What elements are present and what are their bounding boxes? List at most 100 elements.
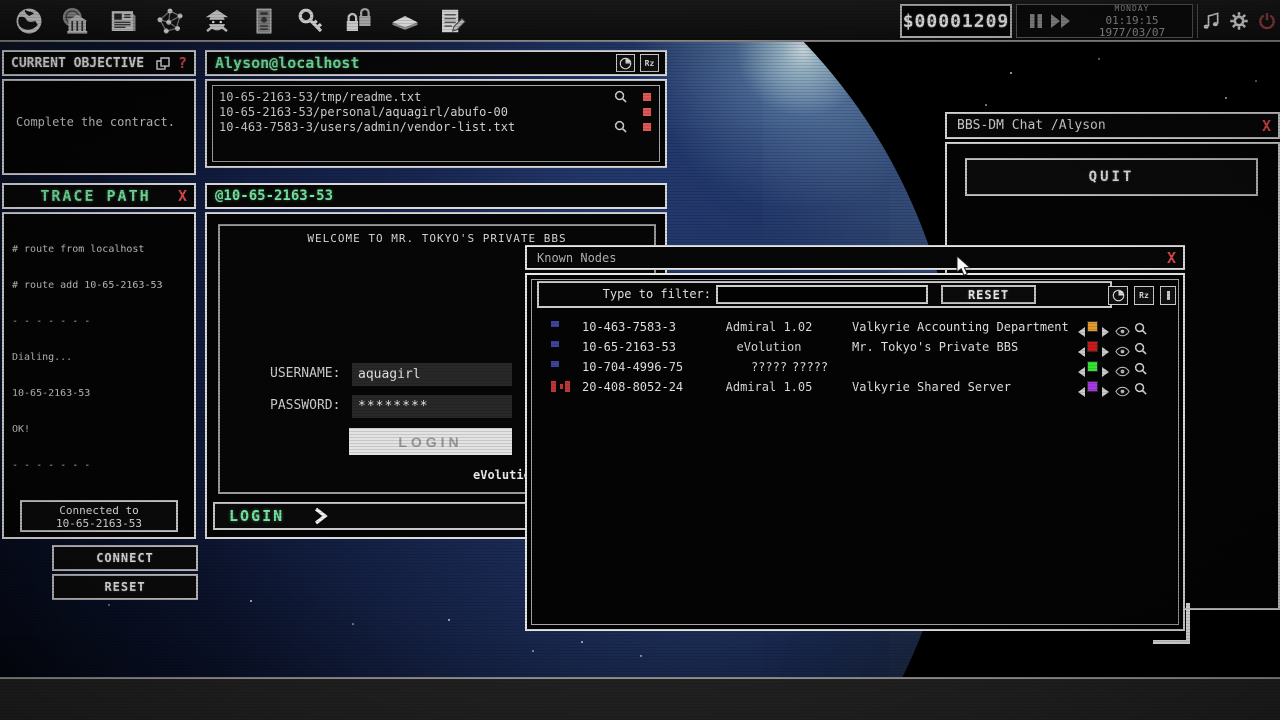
color-next-arrow[interactable]: [1102, 382, 1109, 401]
connection-status: Connected to 10-65-2163-53: [20, 500, 178, 532]
history-clock-button[interactable]: [1108, 286, 1128, 305]
close-icon[interactable]: X: [1255, 117, 1278, 135]
music-icon[interactable]: [1201, 11, 1221, 31]
delete-file-button[interactable]: [643, 108, 651, 116]
quit-button[interactable]: QUIT: [965, 158, 1258, 196]
key-icon[interactable]: [296, 4, 326, 38]
node-address: 10-463-7583-3: [582, 320, 676, 334]
settings-gear-icon[interactable]: [1229, 11, 1249, 31]
login-button[interactable]: LOGIN: [349, 428, 512, 455]
search-node-icon[interactable]: [1134, 380, 1147, 399]
id-card-icon[interactable]: [249, 4, 279, 38]
pin-button[interactable]: [1160, 286, 1176, 305]
pin-icon: [1167, 291, 1170, 300]
node-row[interactable]: 20-408-8052-24 Admiral 1.05 Valkyrie Sha…: [533, 377, 1181, 397]
game-clock: MONDAY 01:19:15 1977/03/07: [1072, 5, 1192, 38]
bbs-titlebar[interactable]: @10-65-2163-53: [205, 183, 667, 209]
trace-window: TRACE PATH X # route from localhost # ro…: [0, 183, 198, 540]
close-icon[interactable]: X: [1160, 249, 1183, 267]
reset-trace-button[interactable]: RESET: [52, 574, 198, 600]
network-map-icon[interactable]: [155, 4, 185, 38]
close-icon[interactable]: X: [171, 187, 194, 205]
clock-date: 1977/03/07: [1072, 27, 1192, 38]
node-name: Valkyrie Accounting Department: [852, 320, 1069, 334]
node-os: Admiral 1.02: [707, 320, 831, 334]
trace-titlebar[interactable]: TRACE PATH X: [2, 183, 196, 209]
file-path: 10-65-2163-53/tmp/readme.txt: [219, 90, 613, 104]
node-row[interactable]: 10-65-2163-53 eVolution Mr. Tokyo's Priv…: [533, 337, 1181, 357]
game-screen: $00001209 MONDAY 01:19:15 1977/03/07 CUR…: [0, 0, 1280, 720]
eye-icon[interactable]: [1115, 382, 1130, 401]
node-name: Valkyrie Shared Server: [852, 380, 1011, 394]
delete-file-button[interactable]: [643, 123, 651, 131]
resize-button[interactable]: Rz: [640, 54, 659, 72]
power-icon[interactable]: [1257, 11, 1277, 31]
chat-titlebar[interactable]: BBS-DM Chat /Alyson X: [945, 112, 1280, 139]
locks-icon[interactable]: [343, 4, 373, 38]
filter-bar: Type to filter: RESET: [537, 281, 1112, 308]
node-row[interactable]: 10-463-7583-3 Admiral 1.02 Valkyrie Acco…: [533, 317, 1181, 337]
known-nodes-title: Known Nodes: [527, 251, 616, 265]
objective-titlebar[interactable]: CURRENT OBJECTIVE ?: [2, 50, 196, 76]
search-file-icon[interactable]: [613, 90, 627, 103]
trace-body: # route from localhost # route add 10-65…: [2, 212, 196, 539]
history-clock-button[interactable]: [616, 54, 635, 72]
username-field[interactable]: [352, 363, 512, 386]
notes-icon[interactable]: [437, 4, 467, 38]
bottom-bar: [0, 677, 1280, 720]
top-toolbar: $00001209 MONDAY 01:19:15 1977/03/07: [0, 0, 1280, 42]
file-list: 10-65-2163-53/tmp/readme.txt 10-65-2163-…: [212, 85, 660, 162]
files-body: 10-65-2163-53/tmp/readme.txt 10-65-2163-…: [205, 79, 667, 168]
search-file-icon[interactable]: [613, 120, 627, 133]
known-nodes-window: Known Nodes X Type to filter: RESET Rz 1…: [525, 245, 1185, 637]
node-color-swatch[interactable]: [1087, 321, 1098, 332]
money-display: $00001209: [900, 4, 1012, 38]
clock-time: 01:19:15: [1072, 15, 1192, 26]
node-name: Mr. Tokyo's Private BBS: [852, 340, 1018, 354]
node-color-swatch[interactable]: [1087, 361, 1098, 372]
chat-title: BBS-DM Chat /Alyson: [947, 118, 1106, 133]
connect-button[interactable]: CONNECT: [52, 545, 198, 571]
file-row[interactable]: 10-65-2163-53/tmp/readme.txt: [213, 89, 659, 104]
filter-input[interactable]: [716, 285, 928, 304]
bank-icon[interactable]: [61, 4, 91, 38]
help-button[interactable]: ?: [170, 54, 194, 72]
restore-window-icon[interactable]: [156, 57, 170, 70]
command-login-label: LOGIN: [215, 507, 284, 525]
spy-icon[interactable]: [202, 4, 232, 38]
bbs-title: @10-65-2163-53: [207, 188, 333, 204]
node-color-swatch[interactable]: [1087, 341, 1098, 352]
mouse-cursor: [956, 255, 973, 281]
trace-title: TRACE PATH: [20, 187, 171, 205]
laptop-icon[interactable]: [390, 4, 420, 38]
known-nodes-body: Type to filter: RESET Rz 10-463-7583-3 A…: [525, 273, 1185, 631]
world-icon[interactable]: [14, 4, 44, 38]
time-controls: MONDAY 01:19:15 1977/03/07: [1016, 4, 1193, 38]
objective-title: CURRENT OBJECTIVE: [4, 56, 144, 71]
node-color-swatch[interactable]: [1087, 381, 1098, 392]
files-titlebar[interactable]: Alyson@localhost Rz: [205, 50, 667, 76]
file-row[interactable]: 10-65-2163-53/personal/aquagirl/abufo-00: [213, 104, 659, 119]
resize-handle[interactable]: [1153, 640, 1190, 644]
objective-text: Complete the contract.: [4, 81, 194, 129]
node-address: 20-408-8052-24: [582, 380, 683, 394]
pause-button[interactable]: [1029, 13, 1043, 29]
file-row[interactable]: 10-463-7583-3/users/admin/vendor-list.tx…: [213, 119, 659, 134]
color-prev-arrow[interactable]: [1078, 382, 1085, 401]
newspaper-icon[interactable]: [108, 4, 138, 38]
trace-log: # route from localhost # route add 10-65…: [4, 214, 194, 502]
known-nodes-titlebar[interactable]: Known Nodes X: [525, 245, 1185, 270]
password-field[interactable]: [352, 395, 512, 418]
reset-filter-button[interactable]: RESET: [941, 285, 1036, 304]
node-row[interactable]: 10-704-4996-75 ????? ?????: [533, 357, 1181, 377]
password-label: PASSWORD:: [270, 398, 340, 413]
sort-button[interactable]: Rz: [1134, 286, 1154, 305]
resize-handle[interactable]: [1186, 603, 1190, 644]
file-path: 10-463-7583-3/users/admin/vendor-list.tx…: [219, 120, 613, 134]
delete-file-button[interactable]: [643, 93, 651, 101]
objective-body: Complete the contract.: [2, 79, 196, 175]
fast-forward-button[interactable]: [1050, 13, 1072, 29]
file-path: 10-65-2163-53/personal/aquagirl/abufo-00: [219, 105, 613, 119]
node-address: 10-704-4996-75: [582, 360, 683, 374]
objective-window: CURRENT OBJECTIVE ? Complete the contrac…: [0, 50, 198, 176]
